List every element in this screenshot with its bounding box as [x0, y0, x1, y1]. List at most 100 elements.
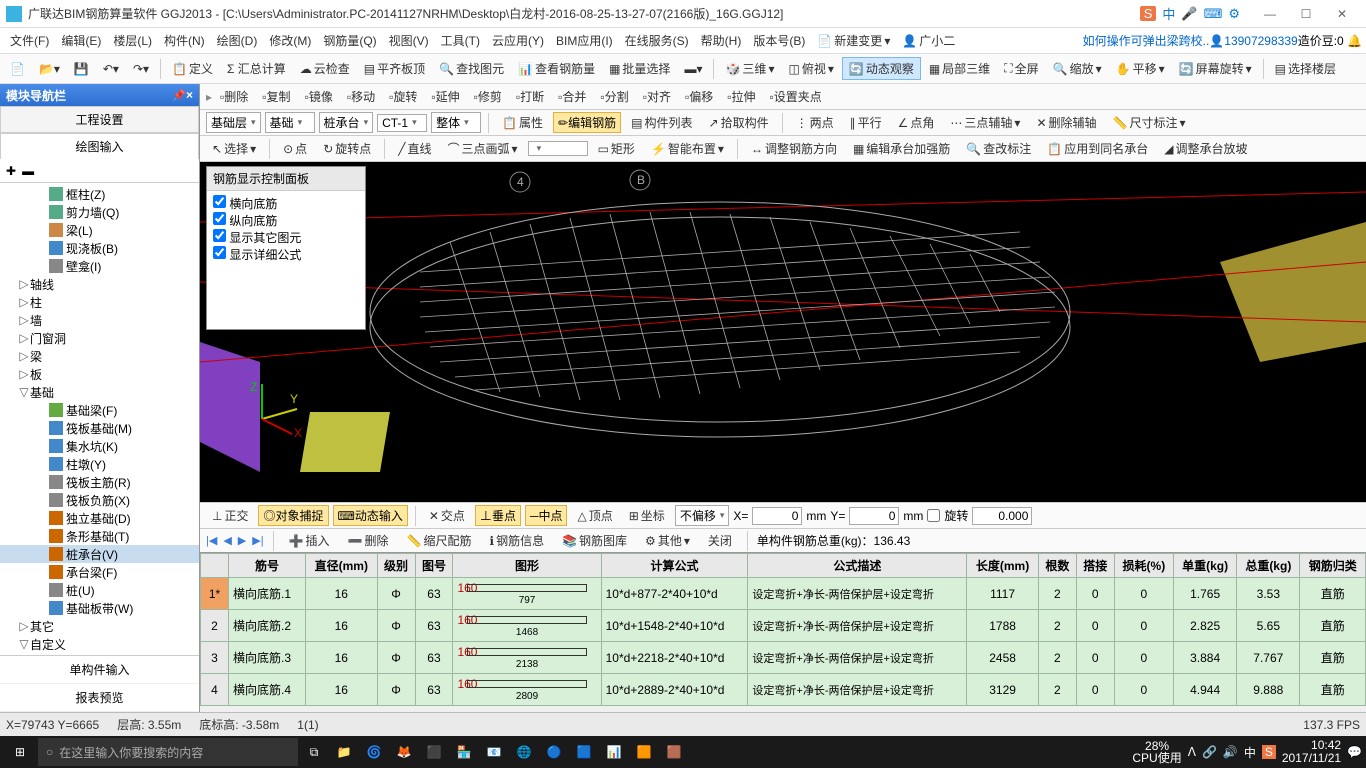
edit-tool[interactable]: ▫合并: [552, 86, 592, 107]
taskbar-app-5[interactable]: 🏪: [450, 738, 478, 766]
apply-same-cap-button[interactable]: 📋应用到同名承台: [1041, 138, 1154, 159]
menu-item[interactable]: 绘图(D): [211, 31, 264, 51]
ime-mic-icon[interactable]: 🎤: [1181, 6, 1197, 22]
front-view-button[interactable]: ◫俯视▾: [782, 58, 839, 79]
rebar-info-button[interactable]: ℹ钢筋信息: [484, 530, 551, 551]
rebar-grid[interactable]: 筋号直径(mm)级别图号图形计算公式公式描述长度(mm)根数搭接损耗(%)单重(…: [200, 552, 1366, 712]
taskbar-app-6[interactable]: 📧: [480, 738, 508, 766]
edit-tool[interactable]: ▫拉伸: [721, 86, 761, 107]
grid-close-button[interactable]: 关闭: [702, 530, 738, 551]
tray-ime-icon[interactable]: 中: [1244, 744, 1256, 761]
select-button[interactable]: ↖选择▾: [206, 138, 262, 159]
edit-tool[interactable]: ▫分割: [594, 86, 634, 107]
edit-tool[interactable]: ▫设置夹点: [763, 86, 827, 107]
taskbar-app-9[interactable]: 🟦: [570, 738, 598, 766]
rotate-input[interactable]: [972, 507, 1032, 525]
rotate-point-button[interactable]: ↻旋转点: [317, 138, 377, 159]
tree-node[interactable]: ▷梁: [0, 347, 199, 365]
point-button[interactable]: ⊙点: [277, 138, 313, 159]
tree-node[interactable]: ▷柱: [0, 293, 199, 311]
grid-header[interactable]: 根数: [1038, 554, 1076, 578]
grid-header[interactable]: 计算公式: [601, 554, 748, 578]
osnap-toggle[interactable]: ◎对象捕捉: [258, 505, 328, 526]
tree-node[interactable]: 桩承台(V): [0, 545, 199, 563]
taskbar-clock[interactable]: 10:422017/11/21: [1282, 739, 1341, 765]
expand-icon[interactable]: ✚: [6, 164, 16, 178]
batch-select-button[interactable]: ▦批量选择: [603, 58, 676, 79]
tree-node[interactable]: ▷其它: [0, 617, 199, 635]
coord-snap[interactable]: ⊞坐标: [623, 505, 671, 526]
tree-node[interactable]: 壁龛(I): [0, 257, 199, 275]
menu-item[interactable]: 视图(V): [383, 31, 435, 51]
taskbar-app-4[interactable]: ⬛: [420, 738, 448, 766]
taskbar-app-7[interactable]: 🌐: [510, 738, 538, 766]
intersection-snap[interactable]: ✕交点: [423, 505, 471, 526]
ime-settings-icon[interactable]: ⚙: [1228, 6, 1240, 22]
floor-combo[interactable]: 基础层: [206, 112, 261, 133]
display-option[interactable]: 显示详细公式: [213, 246, 359, 263]
pin-icon[interactable]: 📌: [172, 89, 186, 102]
parallel-button[interactable]: ∥平行: [844, 112, 888, 133]
tree-node[interactable]: 现浇板(B): [0, 239, 199, 257]
grid-header[interactable]: 损耗(%): [1114, 554, 1173, 578]
edit-cap-rebar-button[interactable]: ▦编辑承台加强筋: [847, 138, 956, 159]
task-view-icon[interactable]: ⧉: [300, 738, 328, 766]
close-button[interactable]: ✕: [1324, 2, 1360, 26]
tree-node[interactable]: ▷轴线: [0, 275, 199, 293]
grid-header[interactable]: 筋号: [229, 554, 306, 578]
zoom-button[interactable]: 🔍缩放▾: [1047, 58, 1108, 79]
tree-node[interactable]: 剪力墙(Q): [0, 203, 199, 221]
grid-nav-next[interactable]: ▶: [238, 534, 246, 547]
grid-nav-prev[interactable]: ◀: [223, 534, 231, 547]
taskbar-app-2[interactable]: 🌀: [360, 738, 388, 766]
undo-button[interactable]: ↶▾: [97, 60, 125, 78]
rect-button[interactable]: ▭矩形: [592, 138, 641, 159]
grid-header[interactable]: 长度(mm): [967, 554, 1039, 578]
edit-tool[interactable]: ▫修剪: [468, 86, 508, 107]
tree-node[interactable]: 桩(U): [0, 581, 199, 599]
find-element-button[interactable]: 🔍查找图元: [433, 58, 510, 79]
edit-tool[interactable]: ▫移动: [341, 86, 381, 107]
edit-tool[interactable]: ▫复制: [256, 86, 296, 107]
tree-node[interactable]: 独立基础(D): [0, 509, 199, 527]
rebar-library-button[interactable]: 📚钢筋图库: [556, 530, 633, 551]
menu-item[interactable]: 文件(F): [4, 31, 55, 51]
dynamic-input-toggle[interactable]: ⌨动态输入: [333, 505, 408, 526]
grid-nav-first[interactable]: |◀: [206, 534, 217, 547]
point-angle-button[interactable]: ∠点角: [892, 112, 941, 133]
flat-roof-button[interactable]: ▤平齐板顶: [358, 58, 431, 79]
ime-bar[interactable]: S 中 🎤 ⌨ ⚙: [1140, 4, 1240, 23]
collapse-icon[interactable]: ▬: [22, 164, 34, 178]
start-button[interactable]: ⊞: [4, 738, 36, 766]
dock-close-icon[interactable]: ×: [186, 88, 193, 102]
menu-item[interactable]: 构件(N): [158, 31, 211, 51]
menu-item[interactable]: 云应用(Y): [486, 31, 550, 51]
tree-node[interactable]: ▷板: [0, 365, 199, 383]
smart-layout-button[interactable]: ⚡智能布置▾: [645, 138, 730, 159]
perpendicular-snap[interactable]: ⊥垂点: [475, 505, 521, 526]
grid-nav-last[interactable]: ▶|: [252, 534, 263, 547]
tree-node[interactable]: 基础板带(W): [0, 599, 199, 617]
menu-item[interactable]: 在线服务(S): [619, 31, 695, 51]
menu-item[interactable]: 楼层(L): [107, 31, 158, 51]
screen-rotate-button[interactable]: 🔄屏幕旋转▾: [1173, 58, 1258, 79]
scale-rebar-button[interactable]: 📏缩尺配筋: [401, 530, 478, 551]
scope-combo[interactable]: 整体: [431, 112, 481, 133]
tree-node[interactable]: ▽基础: [0, 383, 199, 401]
offset-combo[interactable]: 不偏移: [675, 505, 730, 526]
menu-item[interactable]: BIM应用(I): [550, 31, 619, 51]
type-combo[interactable]: 桩承台: [319, 112, 374, 133]
section-button[interactable]: ▬▾: [678, 60, 708, 78]
y-input[interactable]: [849, 507, 899, 525]
display-option[interactable]: 显示其它图元: [213, 229, 359, 246]
menu-item[interactable]: 修改(M): [263, 31, 317, 51]
tab-project-settings[interactable]: 工程设置: [0, 106, 199, 133]
line-button[interactable]: ╱直线: [392, 138, 437, 159]
tree-node[interactable]: 承台梁(F): [0, 563, 199, 581]
adjust-slope-button[interactable]: ◢调整承台放坡: [1158, 138, 1253, 159]
define-button[interactable]: 📋定义: [166, 58, 219, 79]
component-tree[interactable]: 框柱(Z)剪力墙(Q)梁(L)现浇板(B)壁龛(I)▷轴线▷柱▷墙▷门窗洞▷梁▷…: [0, 183, 199, 655]
display-option[interactable]: 横向底筋: [213, 195, 359, 212]
select-floor-button[interactable]: ▤选择楼层: [1269, 58, 1342, 79]
taskbar-search[interactable]: ○ 在这里输入你要搜索的内容: [38, 738, 298, 766]
